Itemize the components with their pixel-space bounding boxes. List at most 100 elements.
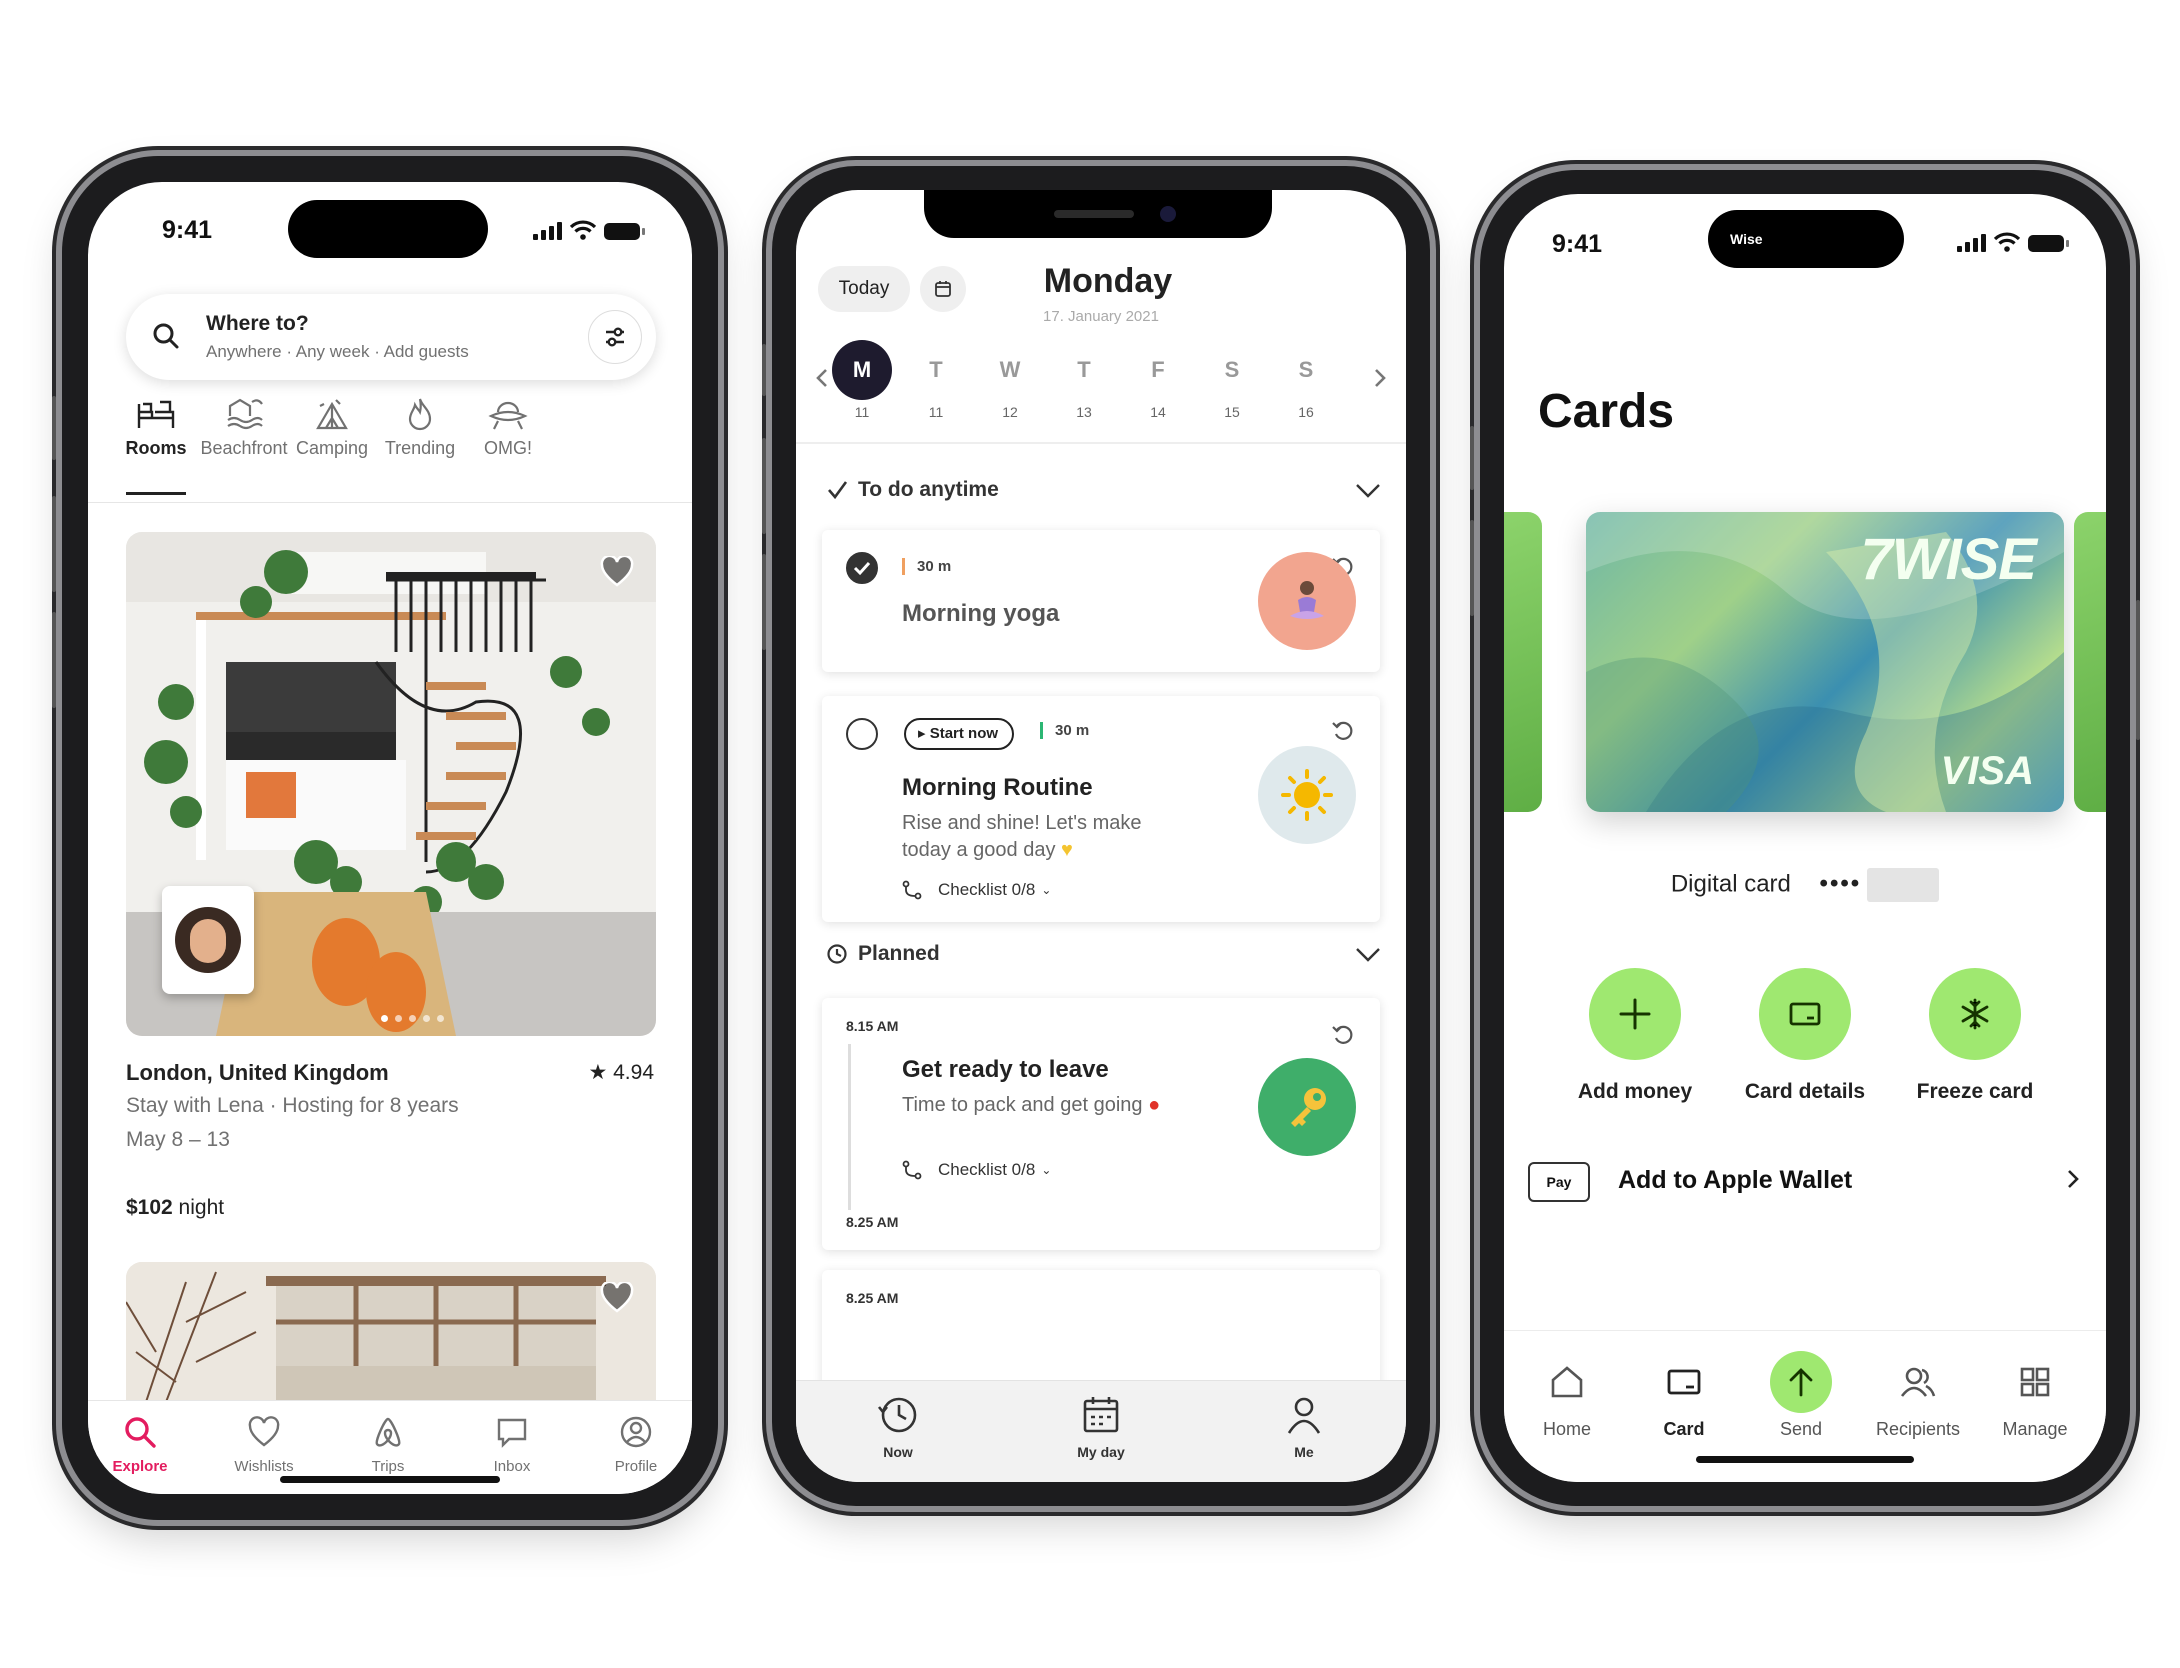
host-card[interactable] xyxy=(162,886,254,994)
tab-now[interactable]: Now xyxy=(848,1393,948,1460)
airbnb-phone: 9:41 Where to? Anywhere · Any week · Add… xyxy=(52,156,718,1520)
tab-trips[interactable]: Trips xyxy=(333,1415,443,1475)
next-card-peek[interactable] xyxy=(2074,512,2106,812)
start-now-label: Start now xyxy=(929,725,999,742)
send-circle xyxy=(1770,1351,1832,1413)
tab-label: Home xyxy=(1542,1419,1591,1439)
heart-icon xyxy=(600,554,634,587)
task-card[interactable]: ▸ Start now 30 m Morning Routine Rise an… xyxy=(822,696,1380,922)
add-to-apple-wallet-row[interactable]: Pay Add to Apple Wallet xyxy=(1528,1152,2088,1212)
chevron-down-icon[interactable] xyxy=(1354,480,1382,500)
status-bar: 9:41 Wise xyxy=(1504,194,2106,274)
camera-lens xyxy=(1160,206,1176,222)
week-day-4[interactable]: F 14 xyxy=(1128,340,1188,420)
tab-my-day[interactable]: My day xyxy=(1051,1393,1151,1460)
tab-me[interactable]: Me xyxy=(1254,1393,1354,1460)
card-network-logo: VISA xyxy=(1940,749,2034,793)
add-money-button[interactable]: Add money xyxy=(1550,968,1720,1104)
listing-photo-2[interactable] xyxy=(126,1262,656,1402)
home-indicator[interactable] xyxy=(280,1476,500,1483)
previous-card-peek[interactable] xyxy=(1504,512,1542,812)
week-day-number: 11 xyxy=(854,404,870,420)
volume-up-button xyxy=(1470,520,1474,616)
tab-profile[interactable]: Profile xyxy=(581,1415,691,1475)
host-avatar xyxy=(175,907,241,973)
repeat-icon[interactable] xyxy=(1330,718,1356,744)
category-indicator xyxy=(126,492,186,495)
tab-explore[interactable]: Explore xyxy=(88,1415,195,1475)
checklist-toggle[interactable]: Checklist 0/8 ⌄ xyxy=(902,880,1051,900)
message-icon xyxy=(497,1418,527,1448)
repeat-icon[interactable] xyxy=(1330,1022,1356,1048)
status-icons xyxy=(533,220,645,240)
category-label: OMG! xyxy=(484,438,532,458)
clock-icon xyxy=(827,944,847,964)
card-last-digits-redacted xyxy=(1867,868,1940,902)
week-day-number: 16 xyxy=(1298,404,1314,420)
snowflake-icon xyxy=(1961,998,1989,1030)
listing-price: $102 night xyxy=(126,1196,224,1220)
tab-wishlists[interactable]: Wishlists xyxy=(209,1415,319,1475)
listing-rating: ★ 4.94 xyxy=(588,1060,654,1085)
task-card[interactable]: 8.15 AM Get ready to leave Time to pack … xyxy=(822,998,1380,1250)
filter-button[interactable] xyxy=(588,310,642,364)
power-button xyxy=(2136,600,2140,740)
section-planned-header[interactable]: Planned xyxy=(826,942,940,966)
rating-value: 4.94 xyxy=(613,1061,654,1084)
status-icons xyxy=(1957,232,2069,252)
action-label: Freeze card xyxy=(1916,1080,2034,1103)
chevron-down-icon[interactable] xyxy=(1354,944,1382,964)
tab-inbox[interactable]: Inbox xyxy=(457,1415,567,1475)
task-title: Get ready to leave xyxy=(902,1056,1109,1083)
task-title: Morning Routine xyxy=(902,774,1093,801)
volume-down-button xyxy=(762,554,766,650)
airbnb-icon xyxy=(375,1417,401,1447)
status-time: 9:41 xyxy=(162,216,213,244)
week-day-3[interactable]: T 13 xyxy=(1054,340,1114,420)
backpack-emoji-icon: ● xyxy=(1148,1094,1161,1116)
ufo-icon xyxy=(488,401,528,430)
tab-send[interactable]: Send xyxy=(1746,1351,1856,1440)
week-day-6[interactable]: S 16 xyxy=(1276,340,1336,420)
week-day-5[interactable]: S 15 xyxy=(1202,340,1262,420)
task-description: Rise and shine! Let's make today a good … xyxy=(902,810,1182,864)
tab-label: Recipients xyxy=(1875,1419,1961,1439)
home-indicator[interactable] xyxy=(1696,1456,1914,1463)
search-bar[interactable]: Where to? Anywhere · Any week · Add gues… xyxy=(126,294,656,380)
checklist-toggle[interactable]: Checklist 0/8 ⌄ xyxy=(902,1160,1051,1180)
tab-label: Card xyxy=(1663,1419,1705,1439)
section-anytime-header[interactable]: To do anytime xyxy=(826,478,999,502)
search-icon xyxy=(125,1417,156,1448)
start-now-button[interactable]: ▸ Start now xyxy=(904,718,1015,750)
week-day-number: 15 xyxy=(1224,404,1240,420)
camping-icon xyxy=(316,399,348,430)
week-day-0[interactable]: M 11 xyxy=(832,340,892,420)
listing-photo[interactable] xyxy=(126,532,656,1036)
volume-up-button xyxy=(52,496,56,592)
card-label-row: Digital card •••• xyxy=(1504,868,2106,902)
week-day-1[interactable]: T 11 xyxy=(906,340,966,420)
digital-card[interactable]: 7WISE VISA xyxy=(1586,512,2064,812)
wishlist-button[interactable] xyxy=(600,1280,634,1319)
home-icon xyxy=(1551,1366,1583,1398)
task-checkbox[interactable] xyxy=(846,552,878,584)
tab-manage[interactable]: Manage xyxy=(1980,1351,2090,1440)
card-details-button[interactable]: Card details xyxy=(1720,968,1890,1104)
tab-home[interactable]: Home xyxy=(1512,1351,1622,1440)
wishlist-button[interactable] xyxy=(600,554,634,593)
task-description: Time to pack and get going ● xyxy=(902,1092,1222,1119)
week-day-letter: S xyxy=(1224,357,1240,382)
search-subtitle: Anywhere · Any week · Add guests xyxy=(206,342,469,361)
category-omg[interactable]: OMG! xyxy=(453,396,563,459)
tab-card[interactable]: Card xyxy=(1629,1351,1739,1440)
task-description-text: Time to pack and get going xyxy=(902,1094,1143,1116)
chevron-down-icon: ⌄ xyxy=(1041,1163,1052,1177)
week-day-letter: F xyxy=(1151,357,1165,382)
task-card[interactable]: 30 m Morning yoga xyxy=(822,530,1380,672)
search-icon xyxy=(153,323,179,349)
tab-recipients[interactable]: Recipients xyxy=(1863,1351,1973,1440)
freeze-card-button[interactable]: Freeze card xyxy=(1890,968,2060,1104)
week-day-2[interactable]: W 12 xyxy=(980,340,1040,420)
heart-icon xyxy=(248,1416,280,1447)
task-checkbox[interactable] xyxy=(846,718,878,750)
